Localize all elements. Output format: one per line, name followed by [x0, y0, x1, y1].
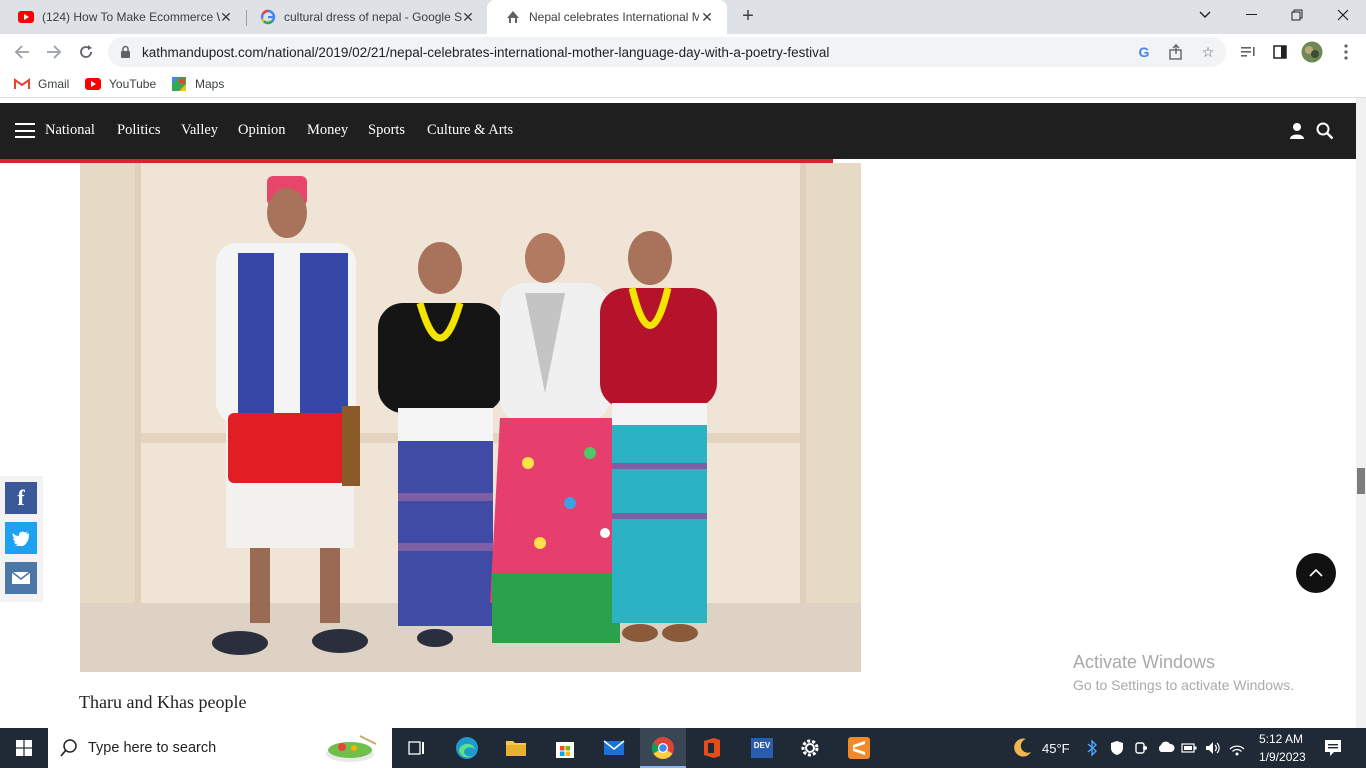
nav-opinion[interactable]: Opinion	[238, 122, 286, 139]
meet-now-icon[interactable]	[1134, 740, 1148, 759]
bluetooth-icon[interactable]	[1087, 739, 1098, 759]
tab-title: Nepal celebrates International M	[529, 10, 699, 24]
nav-culture-arts[interactable]: Culture & Arts	[427, 122, 513, 139]
bookmark-label: Gmail	[38, 77, 70, 91]
nav-national[interactable]: National	[45, 122, 95, 139]
wifi-icon[interactable]	[1229, 740, 1245, 759]
bookmark-star-icon[interactable]: ☆	[1200, 44, 1216, 60]
close-tab-icon[interactable]: ✕	[699, 9, 715, 25]
close-window-button[interactable]	[1320, 0, 1366, 30]
kathmandu-post-icon	[505, 9, 521, 25]
tab-search-chevron-icon[interactable]	[1182, 0, 1228, 30]
address-bar[interactable]: kathmandupost.com/national/2019/02/21/ne…	[108, 37, 1226, 67]
mail-icon[interactable]	[602, 736, 626, 760]
bookmark-youtube[interactable]: YouTube	[85, 75, 156, 93]
reload-button[interactable]	[74, 40, 98, 64]
clock-time[interactable]: 5:12 AM	[1259, 732, 1303, 746]
nav-money[interactable]: Money	[307, 122, 348, 139]
url-text[interactable]: kathmandupost.com/national/2019/02/21/ne…	[142, 45, 829, 60]
maps-icon	[171, 76, 187, 92]
battery-icon[interactable]	[1181, 742, 1197, 756]
side-panel-icon[interactable]	[1268, 40, 1292, 64]
back-button[interactable]	[10, 40, 34, 64]
search-icon[interactable]	[1316, 122, 1334, 145]
user-account-icon[interactable]	[1289, 122, 1305, 144]
share-icon[interactable]	[1168, 44, 1184, 60]
article-photo	[80, 163, 861, 672]
browser-toolbar: kathmandupost.com/national/2019/02/21/ne…	[0, 34, 1366, 70]
gmail-icon	[14, 76, 30, 92]
google-translate-icon[interactable]: G	[1136, 44, 1152, 60]
tab-kathmandu-post[interactable]: Nepal celebrates International M ✕	[487, 0, 727, 34]
search-icon	[60, 739, 78, 762]
forward-button[interactable]	[42, 40, 66, 64]
edge-icon[interactable]	[455, 736, 479, 760]
hamburger-menu-icon[interactable]	[15, 123, 35, 138]
email-share-icon[interactable]	[5, 562, 37, 594]
sublime-text-icon[interactable]	[847, 736, 871, 760]
close-tab-icon[interactable]: ✕	[460, 9, 476, 25]
svg-text:DEV: DEV	[754, 741, 771, 750]
bookmark-label: YouTube	[109, 77, 157, 91]
dev-app-icon[interactable]: DEV	[750, 736, 774, 760]
close-tab-icon[interactable]: ✕	[218, 9, 234, 25]
activate-windows-subtitle: Go to Settings to activate Windows.	[1073, 677, 1294, 693]
tab-title: cultural dress of nepal - Google S	[284, 10, 462, 24]
security-shield-icon[interactable]	[1110, 740, 1124, 759]
taskbar-search-placeholder: Type here to search	[88, 740, 217, 756]
onedrive-cloud-icon[interactable]	[1157, 741, 1175, 756]
weather-temperature[interactable]: 45°F	[1042, 741, 1070, 756]
nav-politics[interactable]: Politics	[117, 122, 161, 139]
google-icon	[260, 9, 276, 25]
notification-center-icon[interactable]	[1324, 739, 1342, 760]
twitter-share-icon[interactable]	[5, 522, 37, 554]
tab-google-search[interactable]: cultural dress of nepal - Google S ✕	[242, 0, 488, 34]
new-tab-button[interactable]: +	[737, 6, 759, 28]
windows-taskbar: Type here to search DEV 45°F 5:12 AM 1/9…	[0, 728, 1366, 768]
restore-button[interactable]	[1274, 0, 1320, 30]
bookmark-gmail[interactable]: Gmail	[14, 75, 69, 93]
nav-sports[interactable]: Sports	[368, 122, 405, 139]
photo-caption: Tharu and Khas people	[79, 692, 247, 712]
volume-icon[interactable]	[1205, 740, 1221, 759]
activate-windows-title: Activate Windows	[1073, 652, 1216, 672]
search-highlight-food-icon	[324, 732, 380, 769]
office-icon[interactable]	[700, 736, 724, 760]
tab-youtube[interactable]: (124) How To Make Ecommerce W ✕	[0, 0, 246, 34]
task-view-icon[interactable]	[405, 736, 429, 760]
windows-start-icon[interactable]	[16, 740, 32, 761]
bookmark-maps[interactable]: Maps	[171, 75, 224, 93]
more-menu-icon[interactable]	[1334, 40, 1358, 64]
nav-valley[interactable]: Valley	[181, 122, 218, 139]
clock-date[interactable]: 1/9/2023	[1259, 750, 1306, 764]
share-sidebar: f	[0, 476, 43, 602]
microsoft-store-icon[interactable]	[553, 736, 577, 760]
site-nav-bar: National Politics Valley Opinion Money S…	[0, 103, 1356, 159]
profile-avatar[interactable]	[1300, 40, 1324, 64]
lock-icon[interactable]	[120, 45, 131, 63]
chrome-icon[interactable]	[651, 736, 675, 760]
scrollbar-thumb[interactable]	[1357, 468, 1365, 494]
minimize-button[interactable]	[1228, 0, 1274, 30]
page-scrollbar[interactable]	[1356, 98, 1366, 728]
reading-list-icon[interactable]	[1236, 40, 1260, 64]
bookmarks-bar: Gmail YouTube Maps	[0, 70, 1366, 98]
settings-gear-icon[interactable]	[798, 736, 822, 760]
file-explorer-icon[interactable]	[504, 736, 528, 760]
weather-moon-icon[interactable]	[1010, 736, 1034, 765]
back-to-top-button[interactable]	[1296, 553, 1336, 593]
bookmark-label: Maps	[195, 77, 225, 91]
youtube-icon	[85, 76, 101, 92]
taskbar-search-box[interactable]: Type here to search	[48, 728, 392, 768]
youtube-icon	[18, 9, 34, 25]
browser-tab-strip: (124) How To Make Ecommerce W ✕ cultural…	[0, 0, 1366, 34]
tab-title: (124) How To Make Ecommerce W	[42, 10, 220, 24]
facebook-share-icon[interactable]: f	[5, 482, 37, 514]
